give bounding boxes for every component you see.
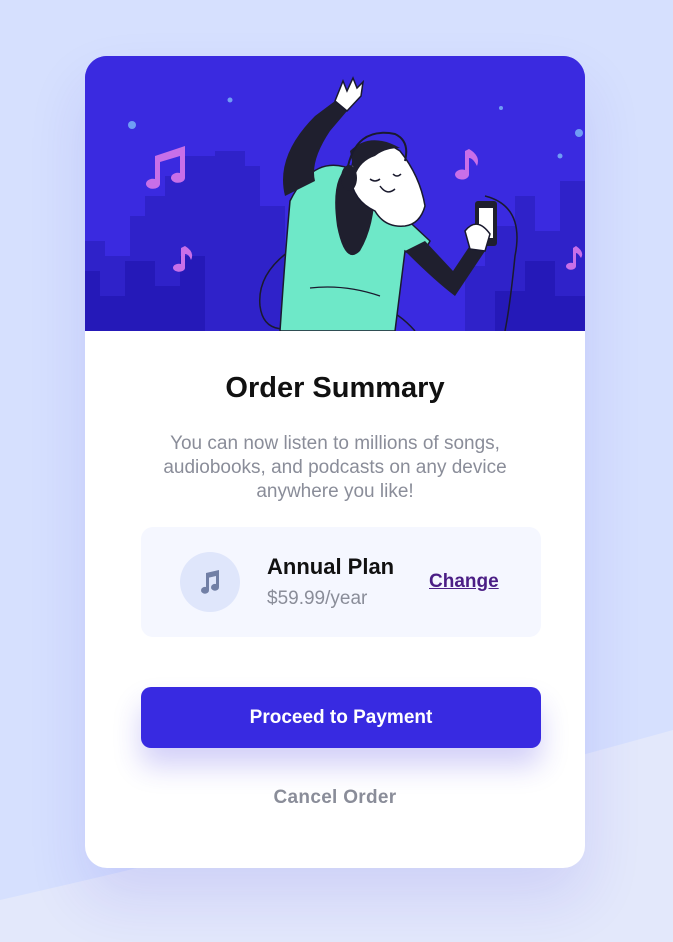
hero-illustration <box>85 56 585 331</box>
summary-description: You can now listen to millions of songs,… <box>163 433 507 502</box>
person-dancing-with-headphones-icon <box>85 56 585 331</box>
plan-icon-circle <box>180 552 240 612</box>
plan-name: Annual Plan <box>267 554 395 579</box>
page-title: Order Summary <box>225 372 445 404</box>
cancel-order-button[interactable]: Cancel Order <box>85 787 585 809</box>
proceed-to-payment-button[interactable]: Proceed to Payment <box>141 687 541 748</box>
music-note-icon <box>201 570 220 594</box>
change-plan-link[interactable]: Change <box>429 571 499 593</box>
plan-box: Annual Plan $59.99/year Change <box>141 527 541 637</box>
plan-price: $59.99/year <box>267 588 368 609</box>
order-summary-card: Order Summary You can now listen to mill… <box>85 56 585 868</box>
